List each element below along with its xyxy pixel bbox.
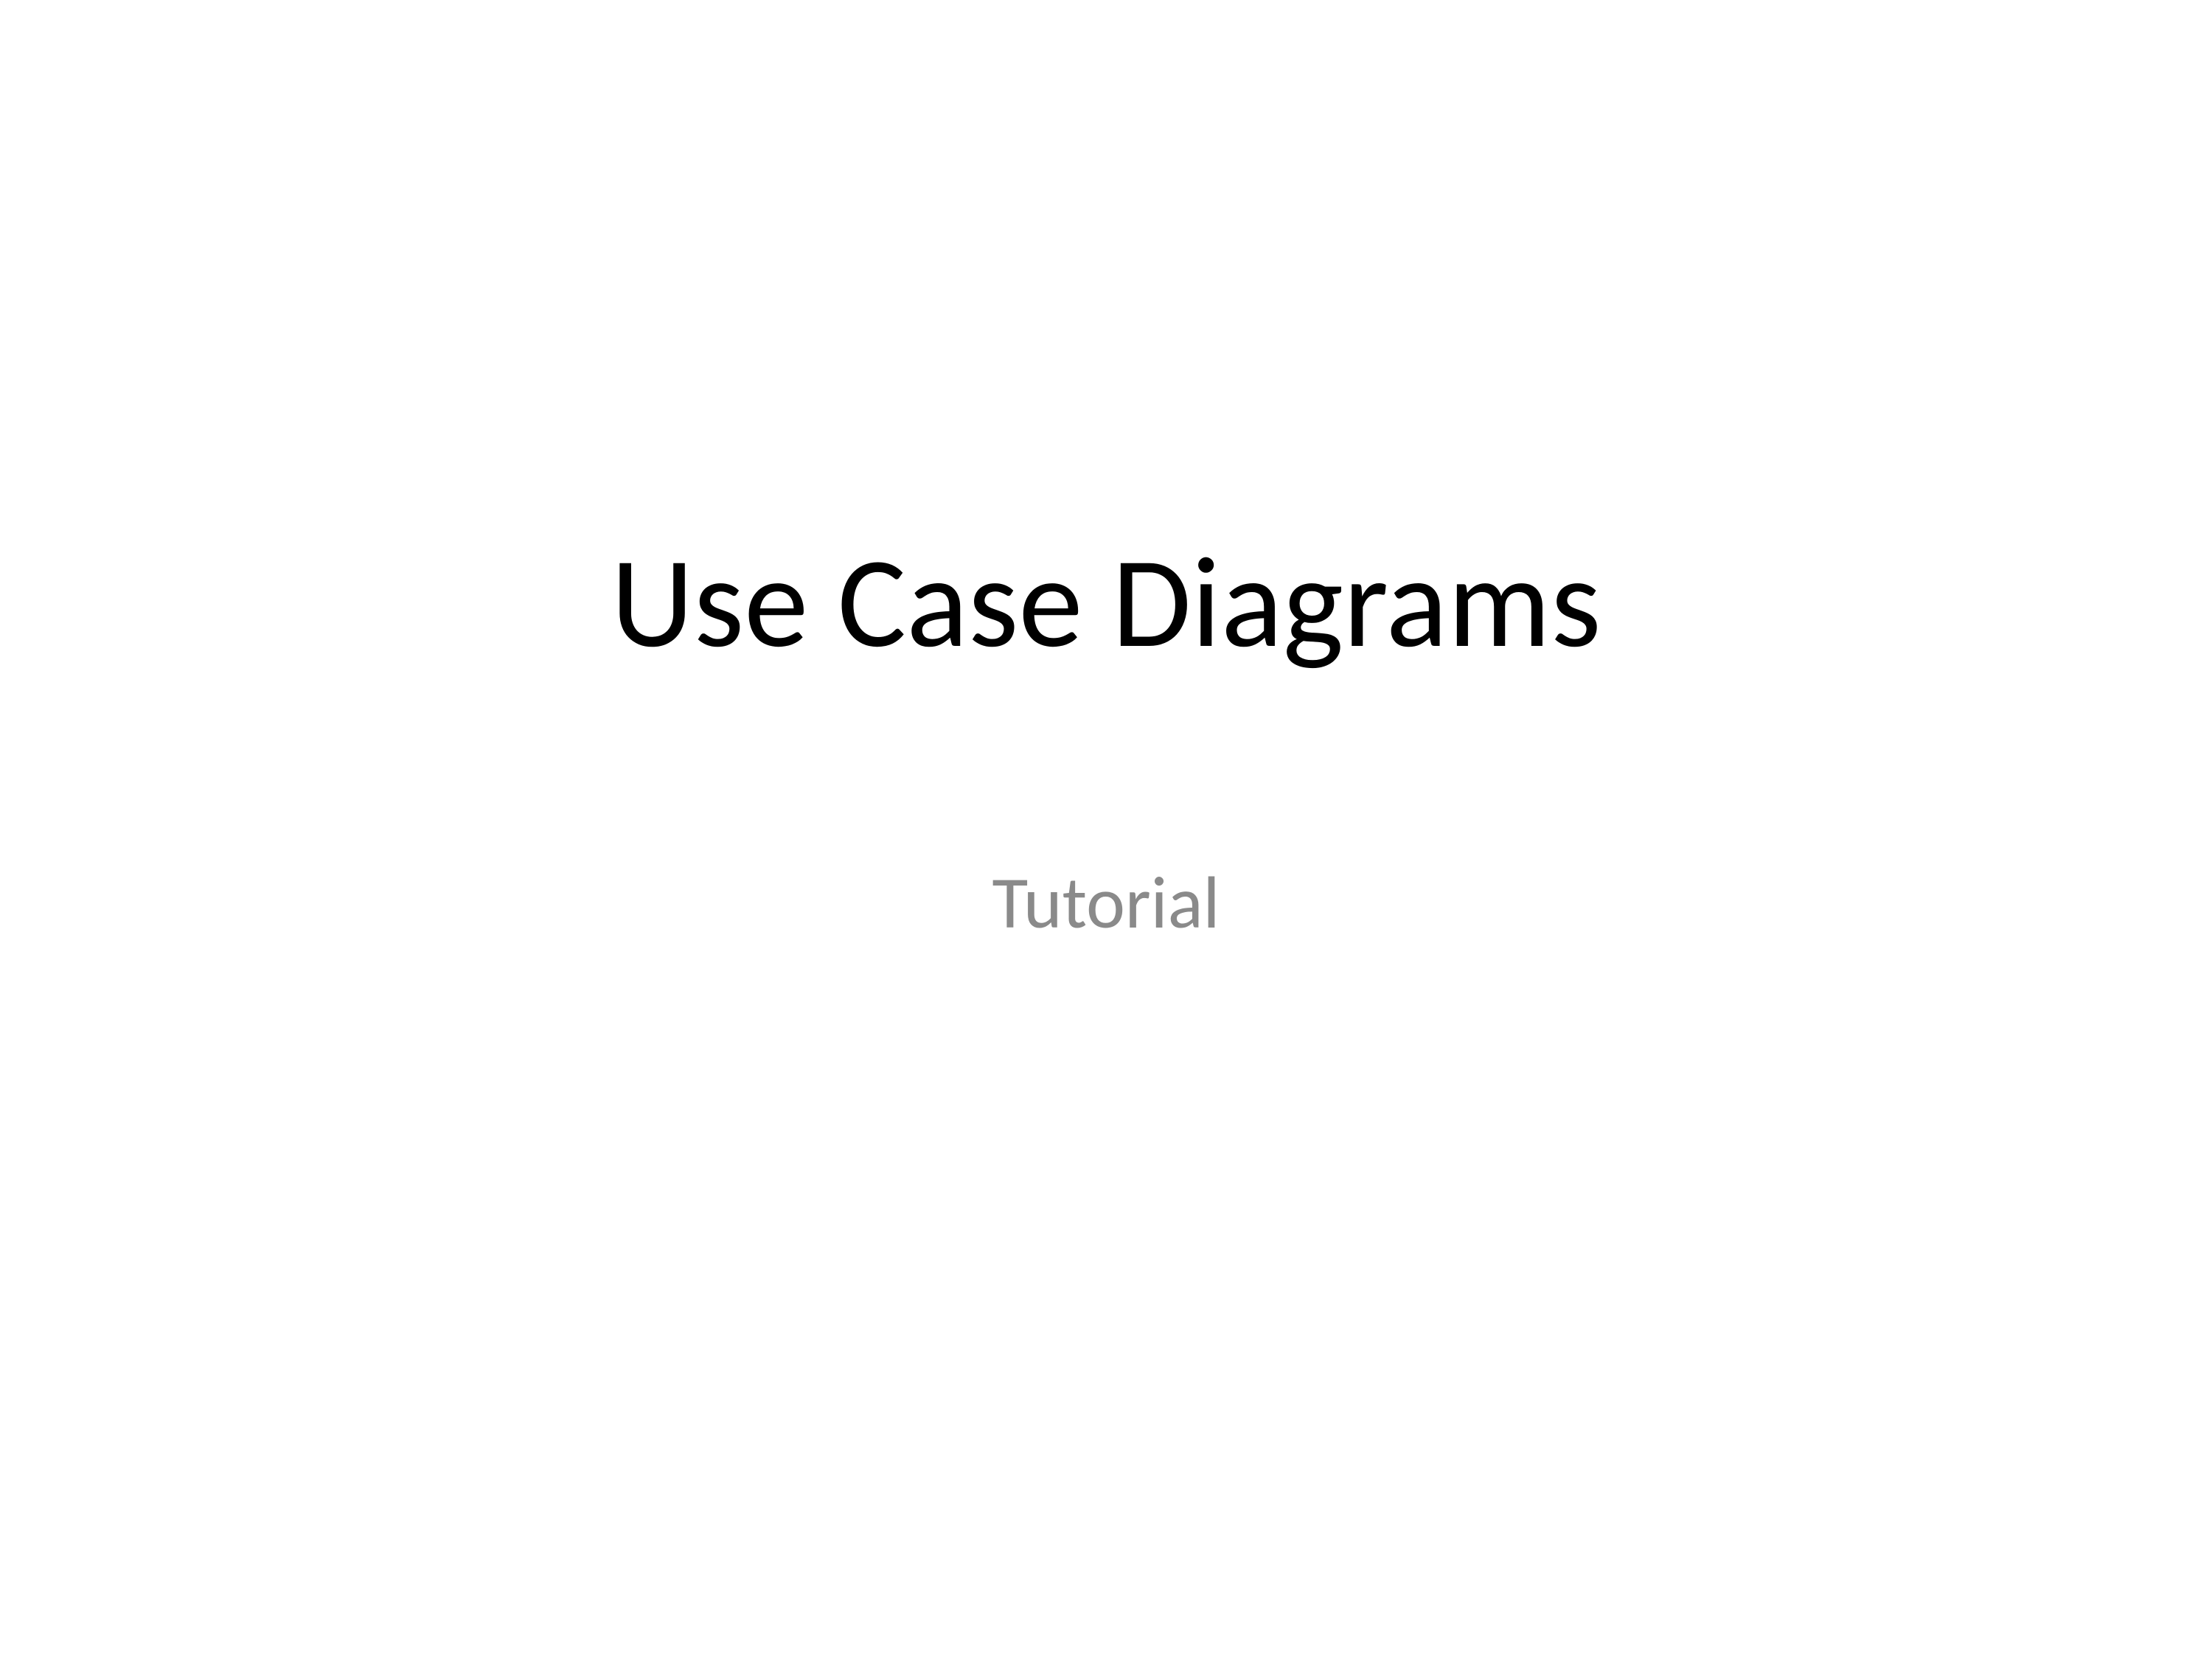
- slide-title: Use Case Diagrams: [611, 531, 1601, 673]
- slide-subtitle: Tutorial: [992, 858, 1220, 947]
